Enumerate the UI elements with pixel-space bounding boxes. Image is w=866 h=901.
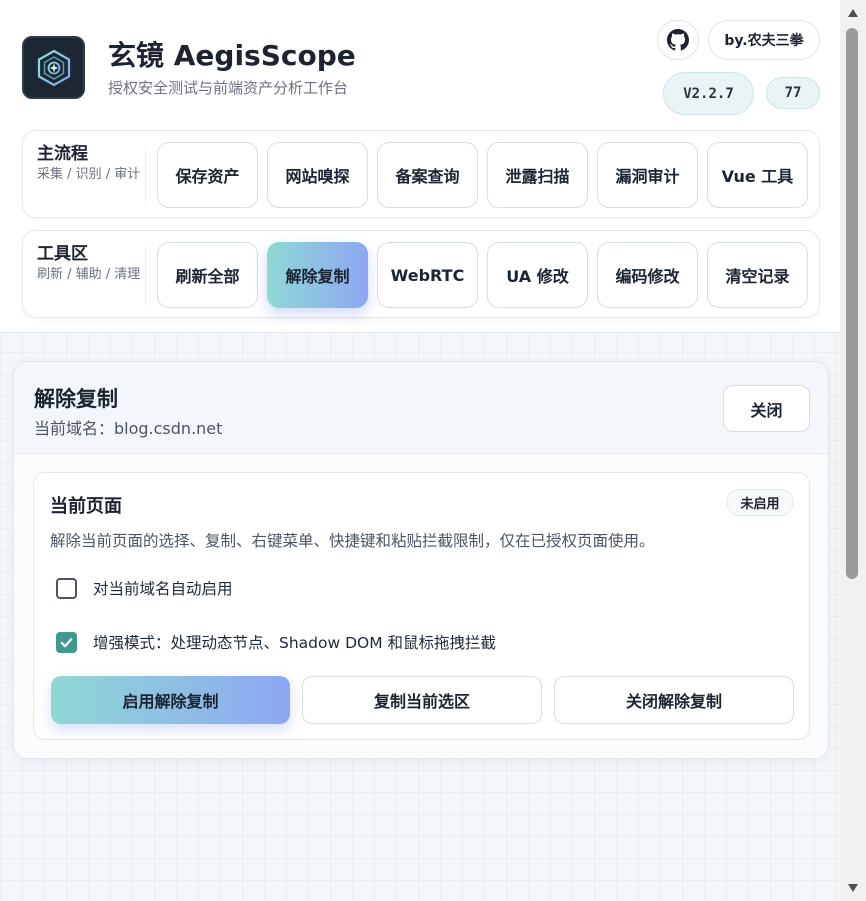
section-description: 解除当前页面的选择、复制、右键菜单、快捷键和粘贴拦截限制，仅在已授权页面使用。 — [50, 532, 655, 550]
row-label: 主流程 采集 / 识别 / 审计 — [37, 143, 147, 184]
auto-enable-option[interactable]: 对当前域名自动启用 — [56, 577, 233, 599]
version-badge: V2.2.7 — [663, 72, 754, 115]
copy-selection-button[interactable]: 复制当前选区 — [302, 676, 542, 724]
auto-enable-label: 对当前域名自动启用 — [93, 580, 233, 598]
vuln-audit-button[interactable]: 漏洞审计 — [597, 142, 698, 208]
row-description: 刷新 / 辅助 / 清理 — [37, 267, 141, 282]
encoding-modify-button[interactable]: 编码修改 — [597, 242, 698, 308]
ua-modify-button[interactable]: UA 修改 — [487, 242, 588, 308]
tools-row: 工具区 刷新 / 辅助 / 清理 刷新全部 解除复制 WebRTC UA 修改 … — [22, 230, 820, 318]
row-label: 工具区 刷新 / 辅助 / 清理 — [37, 243, 147, 284]
save-assets-button[interactable]: 保存资产 — [157, 142, 258, 208]
clear-records-button[interactable]: 清空记录 — [707, 242, 808, 308]
row-title: 主流程 — [37, 144, 88, 164]
app-subtitle: 授权安全测试与前端资产分析工作台 — [108, 79, 349, 97]
app-logo — [22, 36, 85, 99]
auto-enable-checkbox[interactable] — [56, 577, 77, 599]
vertical-scrollbar[interactable] — [840, 0, 866, 901]
section-title: 当前页面 — [50, 496, 122, 517]
enhanced-mode-checkbox[interactable] — [56, 631, 77, 653]
webrtc-button[interactable]: WebRTC — [377, 242, 478, 308]
enhanced-mode-option[interactable]: 增强模式：处理动态节点、Shadow DOM 和鼠标拖拽拦截 — [56, 631, 496, 653]
current-page-section: 当前页面 未启用 解除当前页面的选择、复制、右键菜单、快捷键和粘贴拦截限制，仅在… — [33, 472, 810, 740]
enable-unlock-copy-button[interactable]: 启用解除复制 — [51, 676, 290, 724]
author-button[interactable]: by.农夫三拳 — [708, 20, 820, 60]
row-divider — [145, 145, 146, 205]
panel-title: 解除复制 — [34, 387, 118, 411]
checkmark-icon — [60, 637, 73, 647]
refresh-all-button[interactable]: 刷新全部 — [157, 242, 258, 308]
github-icon — [667, 29, 689, 51]
vue-tools-button[interactable]: Vue 工具 — [707, 142, 808, 208]
unlock-copy-button[interactable]: 解除复制 — [267, 242, 368, 308]
panel-header: 解除复制 当前域名：blog.csdn.net 关闭 — [14, 362, 828, 454]
row-title: 工具区 — [37, 244, 88, 264]
close-button[interactable]: 关闭 — [723, 385, 810, 432]
app-title: 玄镜 AegisScope — [108, 39, 356, 72]
leak-scan-button[interactable]: 泄露扫描 — [487, 142, 588, 208]
scroll-up-arrow-icon[interactable] — [846, 6, 860, 20]
row-description: 采集 / 识别 / 审计 — [37, 167, 141, 182]
aegis-shield-icon — [37, 49, 70, 86]
status-badge: 未启用 — [726, 489, 794, 516]
github-button[interactable] — [657, 20, 699, 60]
site-sniff-button[interactable]: 网站嗅探 — [267, 142, 368, 208]
disable-unlock-copy-button[interactable]: 关闭解除复制 — [554, 676, 794, 724]
main-flow-row: 主流程 采集 / 识别 / 审计 保存资产 网站嗅探 备案查询 泄露扫描 漏洞审… — [22, 130, 820, 218]
unlock-copy-panel: 解除复制 当前域名：blog.csdn.net 关闭 当前页面 未启用 解除当前… — [13, 361, 829, 759]
header-panel: 玄镜 AegisScope 授权安全测试与前端资产分析工作台 by.农夫三拳 V… — [0, 0, 840, 333]
row-divider — [145, 245, 146, 305]
icp-lookup-button[interactable]: 备案查询 — [377, 142, 478, 208]
scroll-down-arrow-icon[interactable] — [846, 881, 860, 895]
current-domain: 当前域名：blog.csdn.net — [34, 419, 223, 438]
enhanced-mode-label: 增强模式：处理动态节点、Shadow DOM 和鼠标拖拽拦截 — [93, 634, 497, 652]
scrollbar-thumb[interactable] — [846, 28, 858, 579]
count-badge[interactable]: 77 — [766, 77, 820, 109]
